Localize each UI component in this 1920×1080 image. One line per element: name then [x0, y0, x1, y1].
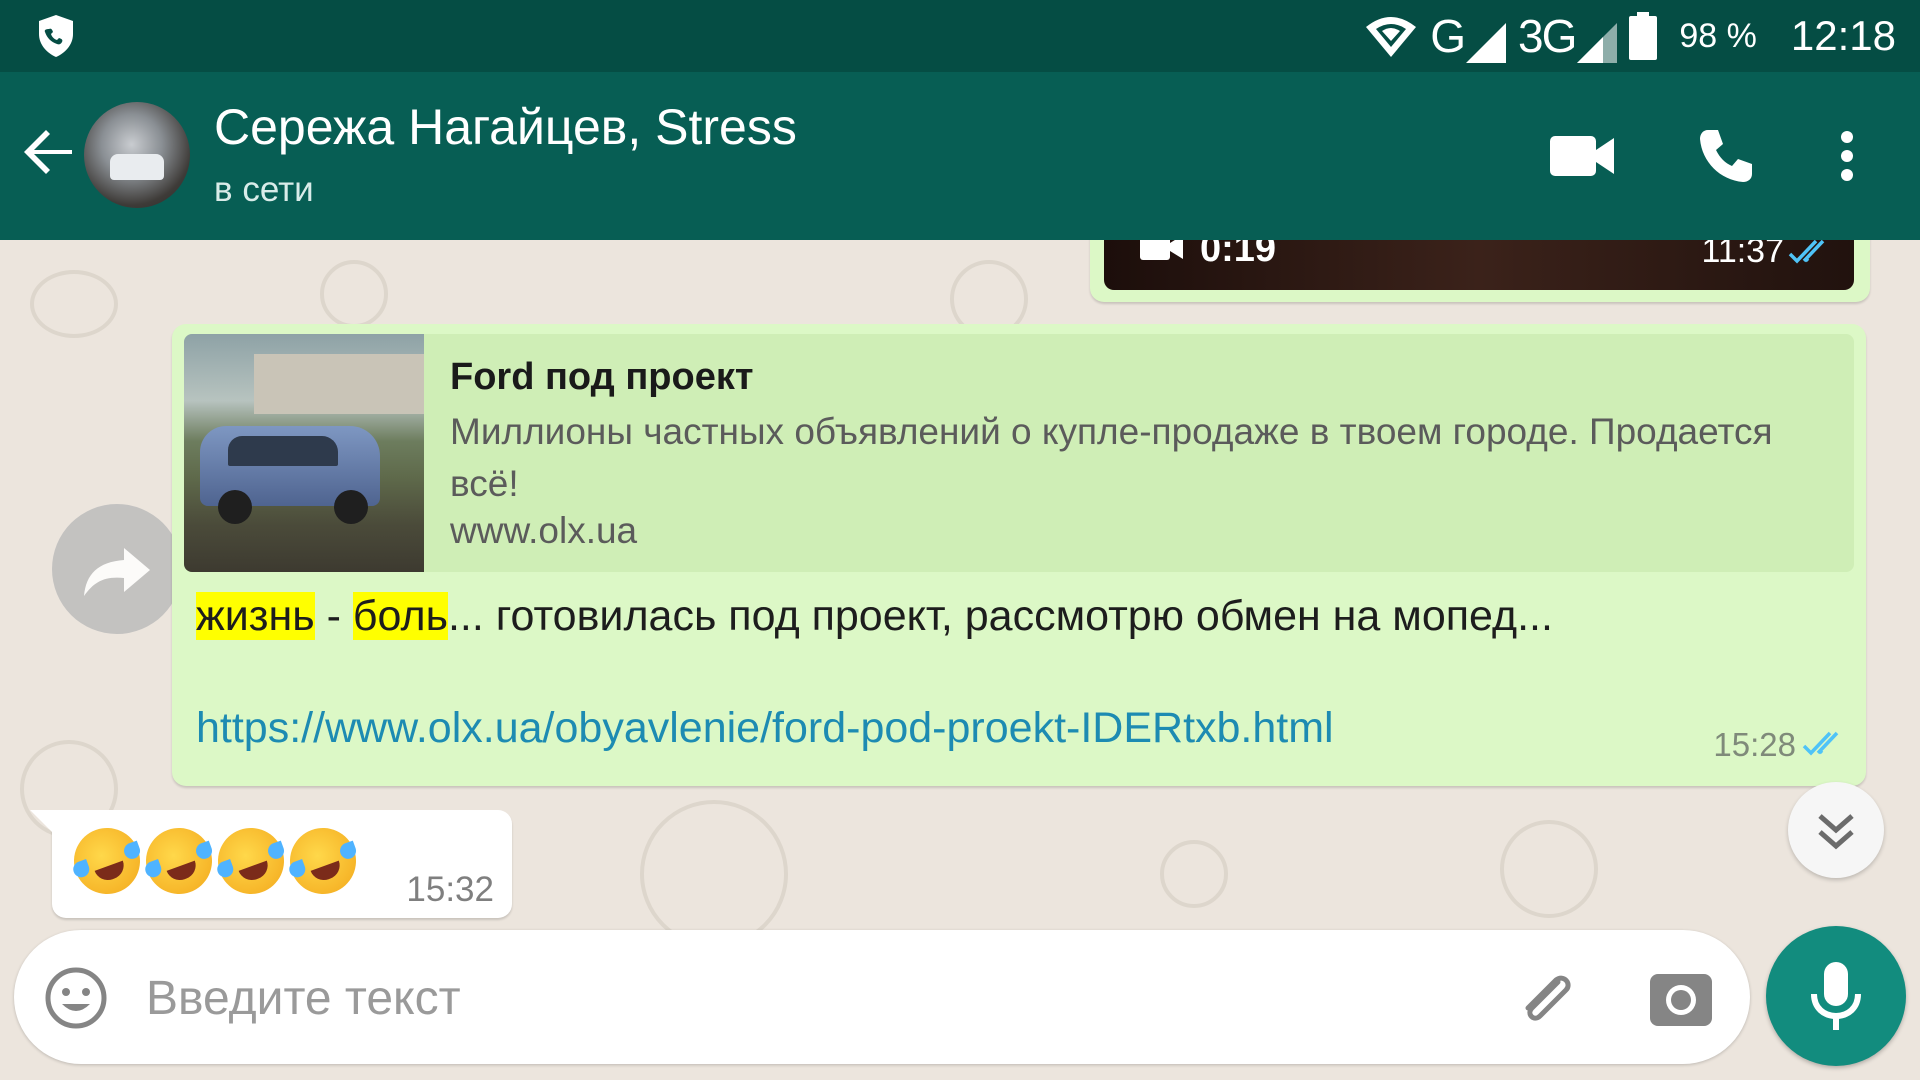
preview-title: Ford под проект [450, 356, 754, 398]
message-input[interactable] [144, 962, 1448, 1034]
rolling-laughing-emoji-icon [136, 818, 222, 904]
preview-car-window [228, 436, 338, 466]
double-check-icon [1788, 240, 1825, 264]
search-highlight: боль [352, 592, 448, 640]
link-preview[interactable]: Ford под проект Миллионы частных объявле… [184, 334, 1854, 572]
forward-button[interactable] [52, 504, 182, 634]
message-time: 11:37 [1701, 240, 1784, 270]
signal-icon [1577, 23, 1618, 63]
link-message[interactable]: Ford под проект Миллионы частных объявле… [172, 324, 1866, 786]
preview-car-wheel [218, 490, 252, 524]
signal-icon [1466, 23, 1507, 63]
network-label: 3G [1518, 10, 1577, 62]
network-type-3g: 3G [1518, 9, 1618, 63]
phone-icon[interactable] [1696, 126, 1756, 186]
avatar[interactable] [84, 102, 190, 208]
clock: 12:18 [1790, 12, 1896, 59]
preview-house [254, 354, 424, 414]
double-check-icon [1802, 731, 1839, 756]
mic-icon [1811, 962, 1861, 1030]
message-text-part: ... готовилась под проект, рассмотрю обм… [447, 592, 1553, 640]
video-thumbnail[interactable]: 0:19 11:37 [1104, 240, 1854, 290]
preview-car-wheel [334, 490, 368, 524]
message-text: жизнь - боль... готовилась под проект, р… [196, 592, 1553, 641]
camera-icon[interactable] [1650, 968, 1712, 1026]
forward-arrow-icon [84, 548, 150, 596]
scroll-to-bottom-button[interactable] [1788, 782, 1884, 878]
video-call-icon[interactable] [1550, 134, 1616, 178]
voice-record-button[interactable] [1766, 926, 1906, 1066]
chat-title[interactable]: Сережа Нагайцев, Stress [214, 98, 797, 156]
preview-domain: www.olx.ua [450, 510, 638, 551]
incoming-message[interactable]: 15:32 [30, 810, 512, 918]
video-duration: 0:19 [1200, 240, 1277, 270]
network-label: G [1430, 10, 1466, 62]
video-camera-icon [1140, 240, 1183, 260]
status-bar: G 3G 98 % 12:18 [0, 0, 1920, 72]
wallpaper-doodle [1500, 820, 1598, 918]
back-arrow-icon[interactable] [20, 122, 80, 182]
wallpaper-doodle [640, 800, 788, 948]
message-time: 15:28 [1713, 726, 1796, 763]
preview-description: Миллионы частных объявлений о купле-прод… [450, 411, 1773, 504]
emoji-row [64, 818, 366, 904]
message-composer [14, 930, 1750, 1064]
message-time: 15:32 [406, 870, 494, 909]
message-link[interactable]: https://www.olx.ua/obyavlenie/ford-pod-p… [196, 704, 1334, 753]
wallpaper-doodle [320, 260, 388, 328]
online-status: в сети [214, 170, 314, 209]
battery-percent: 98 % [1679, 16, 1757, 55]
double-chevron-down-icon [1818, 814, 1854, 850]
battery-icon [1629, 12, 1658, 60]
shield-icon [39, 15, 73, 57]
message-text-part: - [314, 592, 353, 640]
rolling-laughing-emoji-icon [64, 818, 150, 904]
video-message[interactable]: 0:19 11:37 [1090, 240, 1870, 302]
wallpaper-doodle [1160, 840, 1228, 908]
more-vert-icon[interactable] [1840, 130, 1854, 182]
preview-thumbnail [184, 334, 424, 572]
network-type-g: G [1430, 9, 1507, 63]
rolling-laughing-emoji-icon [280, 818, 366, 904]
wallpaper-doodle [30, 270, 118, 338]
paperclip-icon[interactable] [1514, 966, 1578, 1030]
chat-header: Сережа Нагайцев, Stress в сети [0, 72, 1920, 240]
rolling-laughing-emoji-icon [208, 818, 294, 904]
search-highlight: жизнь [196, 592, 315, 640]
emoji-icon[interactable] [44, 966, 108, 1030]
avatar-car-image [110, 154, 164, 180]
wifi-icon [1366, 17, 1417, 57]
